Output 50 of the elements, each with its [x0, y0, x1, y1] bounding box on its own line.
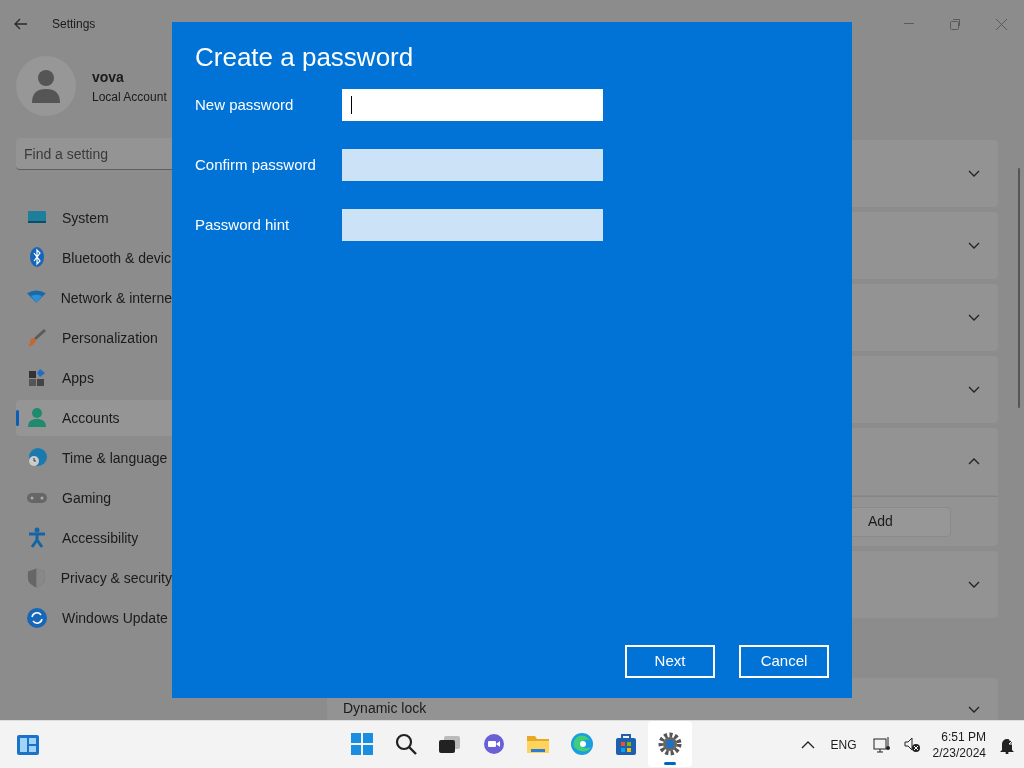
password-field[interactable]: [342, 89, 603, 122]
sidebar-item[interactable]: Accounts: [16, 400, 172, 436]
language-indicator[interactable]: ENG: [830, 735, 857, 754]
password-field[interactable]: [342, 149, 603, 182]
browser-icon[interactable]: [570, 732, 594, 756]
speaker-muted-icon[interactable]: [902, 735, 921, 754]
back-icon[interactable]: [14, 18, 28, 30]
sidebar-item[interactable]: Privacy & security: [16, 560, 172, 596]
globe-clock-icon: [26, 447, 48, 469]
brush-icon: [26, 327, 48, 349]
store-icon[interactable]: [614, 732, 638, 756]
chevron-down-icon[interactable]: [968, 242, 980, 249]
start-icon[interactable]: [350, 732, 374, 756]
shield-icon: [26, 567, 47, 589]
widgets-icon[interactable]: [16, 734, 40, 757]
field-label: New password: [195, 94, 295, 115]
user-name: vova: [92, 67, 125, 87]
sidebar-item[interactable]: Windows Update: [16, 600, 172, 636]
password-field[interactable]: [342, 209, 603, 242]
sidebar-item[interactable]: Gaming: [16, 480, 172, 516]
next-button[interactable]: Next: [625, 645, 715, 678]
chevron-down-icon[interactable]: [968, 706, 980, 713]
account-type: Local Account: [92, 88, 167, 106]
setting-title: Dynamic lock: [343, 699, 427, 718]
chevron-down-icon[interactable]: [968, 314, 980, 321]
chevron-down-icon[interactable]: [968, 581, 980, 588]
chat-icon[interactable]: [482, 732, 506, 756]
cancel-button[interactable]: Cancel: [739, 645, 829, 678]
sidebar-item[interactable]: Network & interne: [16, 280, 172, 316]
chevron-up-icon[interactable]: [800, 740, 815, 749]
scrollbar[interactable]: [1018, 168, 1020, 408]
clock-time[interactable]: 6:51 PM: [932, 728, 986, 745]
sidebar-item[interactable]: Personalization: [16, 320, 172, 356]
sidebar-item[interactable]: Bluetooth & devic: [16, 240, 172, 276]
sync-icon: [26, 607, 48, 629]
clock-date[interactable]: 2/23/2024: [932, 744, 986, 761]
sidebar-item[interactable]: Accessibility: [16, 520, 172, 556]
chevron-down-icon[interactable]: [968, 170, 980, 177]
field-label: Password hint: [195, 214, 291, 235]
chevron-down-icon[interactable]: [968, 386, 980, 393]
search-icon[interactable]: [394, 732, 418, 756]
accessibility-icon: [26, 527, 48, 549]
dialog-title: Create a password: [195, 42, 415, 74]
sidebar-item[interactable]: System: [16, 200, 172, 236]
window-title: Settings: [52, 16, 96, 33]
sidebar-item[interactable]: Time & language: [16, 440, 172, 476]
gear-icon[interactable]: [658, 732, 682, 756]
person-icon: [26, 407, 48, 429]
sidebar-item[interactable]: Apps: [16, 360, 172, 396]
network-icon[interactable]: [872, 735, 891, 754]
